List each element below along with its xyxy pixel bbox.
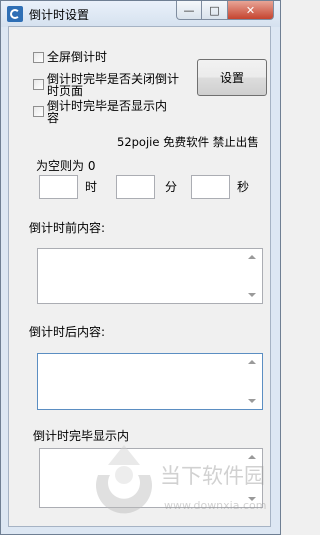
app-icon [7, 6, 23, 22]
after-content-label: 倒计时后内容: [29, 325, 106, 339]
minute-input[interactable] [116, 175, 155, 199]
before-content-textarea[interactable] [37, 248, 263, 304]
minute-label: 分 [165, 180, 178, 194]
empty-zero-hint: 为空则为 0 [36, 159, 96, 173]
minimize-button[interactable]: — [176, 1, 202, 20]
after-scrollbar[interactable] [245, 355, 261, 408]
watermark-url-text: www.downxia.com [164, 499, 266, 512]
maximize-button[interactable]: □ [202, 1, 228, 20]
close-button[interactable]: ✕ [228, 1, 274, 20]
window-controls: — □ ✕ [176, 1, 274, 20]
watermark: 当下软件园 www.downxia.com [96, 445, 266, 514]
second-label: 秒 [237, 180, 250, 194]
title-bar[interactable]: 倒计时设置 — □ ✕ [1, 1, 280, 27]
second-input[interactable] [191, 175, 230, 199]
after-content-textarea[interactable] [37, 353, 263, 410]
fullscreen-checkbox[interactable] [33, 52, 44, 63]
watermark-main-text: 当下软件园 [160, 464, 265, 488]
scroll-down-icon[interactable] [248, 293, 256, 297]
watermark-logo-icon [96, 445, 152, 514]
scroll-up-icon[interactable] [248, 255, 256, 259]
show-content-label-line2[interactable]: 容 [47, 112, 59, 124]
show-content-label-line1[interactable]: 倒计时完毕是否显示内 [47, 100, 167, 112]
before-content-label: 倒计时前内容: [29, 221, 106, 235]
notice-text: 52pojie 免费软件 禁止出售 [117, 135, 259, 149]
hour-label: 时 [85, 180, 98, 194]
fullscreen-label[interactable]: 全屏倒计时 [47, 51, 107, 63]
settings-button[interactable]: 设置 [197, 59, 267, 96]
hour-input[interactable] [39, 175, 78, 199]
window-title: 倒计时设置 [29, 8, 90, 22]
scroll-down-icon[interactable] [248, 399, 256, 403]
scroll-up-icon[interactable] [248, 360, 256, 364]
before-scrollbar[interactable] [245, 250, 261, 302]
close-page-checkbox[interactable] [33, 79, 44, 90]
show-content-checkbox[interactable] [33, 106, 44, 117]
close-page-label-line2[interactable]: 时页面 [47, 85, 83, 97]
